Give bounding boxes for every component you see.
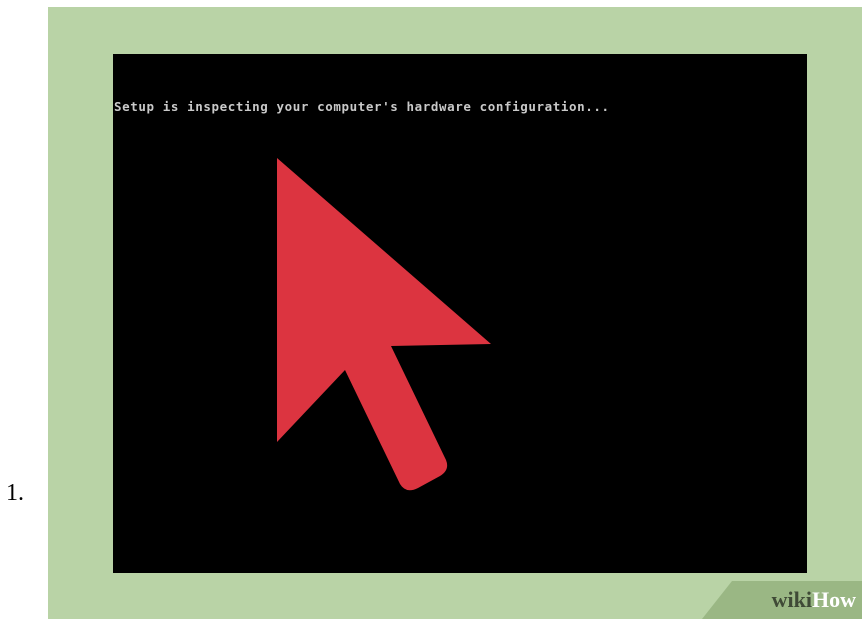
step-number: 1. bbox=[6, 480, 24, 506]
wikihow-logo-text: wikiHow bbox=[771, 587, 856, 612]
illustration-frame: Setup is inspecting your computer's hard… bbox=[48, 7, 862, 619]
arrow-pointer-icon bbox=[277, 158, 491, 491]
setup-status-text: Setup is inspecting your computer's hard… bbox=[114, 99, 610, 114]
setup-screen: Setup is inspecting your computer's hard… bbox=[113, 54, 807, 573]
wikihow-watermark: wikiHow bbox=[702, 581, 862, 619]
page: 1. Setup is inspecting your computer's h… bbox=[0, 0, 862, 619]
